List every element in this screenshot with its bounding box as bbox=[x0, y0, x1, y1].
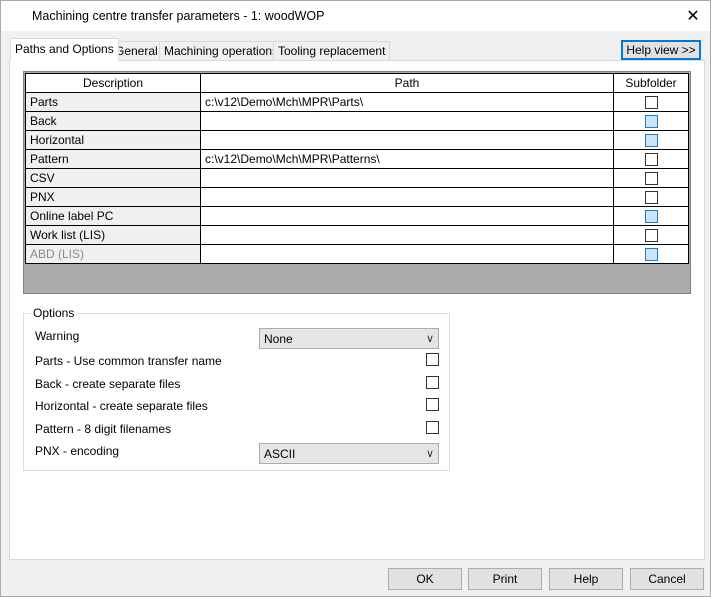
row-path-cell[interactable] bbox=[200, 168, 614, 188]
row-path-cell[interactable] bbox=[200, 130, 614, 150]
row-subfolder-cell bbox=[613, 168, 689, 188]
tab-tooling-replacement[interactable]: Tooling replacement bbox=[273, 41, 391, 60]
table-row: Back bbox=[25, 111, 689, 131]
tab-paths-and-options[interactable]: Paths and Options bbox=[10, 38, 119, 61]
horizontal-separate-files-checkbox[interactable] bbox=[426, 398, 439, 411]
horizontal-separate-files-label: Horizontal - create separate files bbox=[35, 399, 208, 413]
parts-common-name-checkbox[interactable] bbox=[426, 353, 439, 366]
table-row: Work list (LIS) bbox=[25, 225, 689, 245]
help-button[interactable]: Help bbox=[549, 568, 623, 590]
row-subfolder-cell bbox=[613, 92, 689, 112]
subfolder-checkbox bbox=[644, 248, 658, 262]
warning-label: Warning bbox=[35, 329, 80, 343]
row-path-cell[interactable] bbox=[200, 187, 614, 207]
table-row: Pattern c:\v12\Demo\Mch\MPR\Patterns\ bbox=[25, 149, 689, 169]
row-description-cell: Horizontal bbox=[25, 130, 201, 150]
row-subfolder-cell bbox=[613, 111, 689, 131]
row-path-cell[interactable] bbox=[200, 206, 614, 226]
row-description-cell: Work list (LIS) bbox=[25, 225, 201, 245]
row-subfolder-cell bbox=[613, 187, 689, 207]
cancel-button[interactable]: Cancel bbox=[630, 568, 704, 590]
parts-common-name-label: Parts - Use common transfer name bbox=[35, 354, 222, 368]
row-path-cell[interactable] bbox=[200, 244, 614, 264]
row-subfolder-cell bbox=[613, 149, 689, 169]
pnx-encoding-select-value: ASCII bbox=[264, 447, 296, 461]
row-description-cell: Online label PC bbox=[25, 206, 201, 226]
column-header-description[interactable]: Description bbox=[25, 73, 201, 93]
subfolder-checkbox bbox=[644, 210, 658, 224]
subfolder-checkbox[interactable] bbox=[644, 96, 658, 110]
print-button[interactable]: Print bbox=[468, 568, 542, 590]
table-row: PNX bbox=[25, 187, 689, 207]
row-description-cell: Pattern bbox=[25, 149, 201, 169]
subfolder-checkbox[interactable] bbox=[644, 191, 658, 205]
subfolder-checkbox[interactable] bbox=[644, 172, 658, 186]
row-description-cell: Back bbox=[25, 111, 201, 131]
chevron-down-icon: ∨ bbox=[425, 333, 434, 345]
paths-table: Description Path Subfolder Parts c:\v12\D… bbox=[25, 73, 689, 264]
pattern-8-digit-label: Pattern - 8 digit filenames bbox=[35, 422, 172, 436]
title-bar: Machining centre transfer parameters - 1… bbox=[1, 1, 710, 31]
close-button[interactable]: ✕ bbox=[676, 1, 710, 31]
help-view-button[interactable]: Help view >> bbox=[621, 40, 701, 60]
dialog-window: Machining centre transfer parameters - 1… bbox=[0, 0, 711, 597]
warning-select[interactable]: None ∨ bbox=[259, 328, 439, 349]
table-header-row: Description Path Subfolder bbox=[25, 73, 689, 93]
row-path-cell[interactable]: c:\v12\Demo\Mch\MPR\Parts\ bbox=[200, 92, 614, 112]
tab-machining-operations[interactable]: Machining operations bbox=[159, 41, 284, 60]
back-separate-files-checkbox[interactable] bbox=[426, 376, 439, 389]
pnx-encoding-select[interactable]: ASCII ∨ bbox=[259, 443, 439, 464]
row-description-cell: Parts bbox=[25, 92, 201, 112]
row-subfolder-cell bbox=[613, 206, 689, 226]
chevron-down-icon: ∨ bbox=[425, 448, 434, 460]
row-description-cell: PNX bbox=[25, 187, 201, 207]
table-row: Parts c:\v12\Demo\Mch\MPR\Parts\ bbox=[25, 92, 689, 112]
row-subfolder-cell bbox=[613, 244, 689, 264]
table-row: Online label PC bbox=[25, 206, 689, 226]
row-path-cell[interactable] bbox=[200, 225, 614, 245]
row-description-cell: ABD (LIS) bbox=[25, 244, 201, 264]
row-subfolder-cell bbox=[613, 225, 689, 245]
table-row: Horizontal bbox=[25, 130, 689, 150]
row-subfolder-cell bbox=[613, 130, 689, 150]
table-row: ABD (LIS) bbox=[25, 244, 689, 264]
column-header-path[interactable]: Path bbox=[200, 73, 614, 93]
close-icon: ✕ bbox=[686, 8, 700, 25]
row-path-cell[interactable] bbox=[200, 111, 614, 131]
back-separate-files-label: Back - create separate files bbox=[35, 377, 181, 391]
subfolder-checkbox bbox=[644, 115, 658, 129]
paths-grid: Description Path Subfolder Parts c:\v12\D… bbox=[23, 71, 691, 294]
ok-button[interactable]: OK bbox=[388, 568, 462, 590]
row-description-cell: CSV bbox=[25, 168, 201, 188]
row-path-cell[interactable]: c:\v12\Demo\Mch\MPR\Patterns\ bbox=[200, 149, 614, 169]
pattern-8-digit-checkbox[interactable] bbox=[426, 421, 439, 434]
subfolder-checkbox bbox=[644, 134, 658, 148]
subfolder-checkbox[interactable] bbox=[644, 153, 658, 167]
options-group-title: Options bbox=[31, 306, 77, 320]
pnx-encoding-label: PNX - encoding bbox=[35, 444, 120, 458]
window-title: Machining centre transfer parameters - 1… bbox=[32, 9, 325, 23]
column-header-subfolder[interactable]: Subfolder bbox=[613, 73, 689, 93]
warning-select-value: None bbox=[264, 332, 293, 346]
table-row: CSV bbox=[25, 168, 689, 188]
subfolder-checkbox[interactable] bbox=[644, 229, 658, 243]
